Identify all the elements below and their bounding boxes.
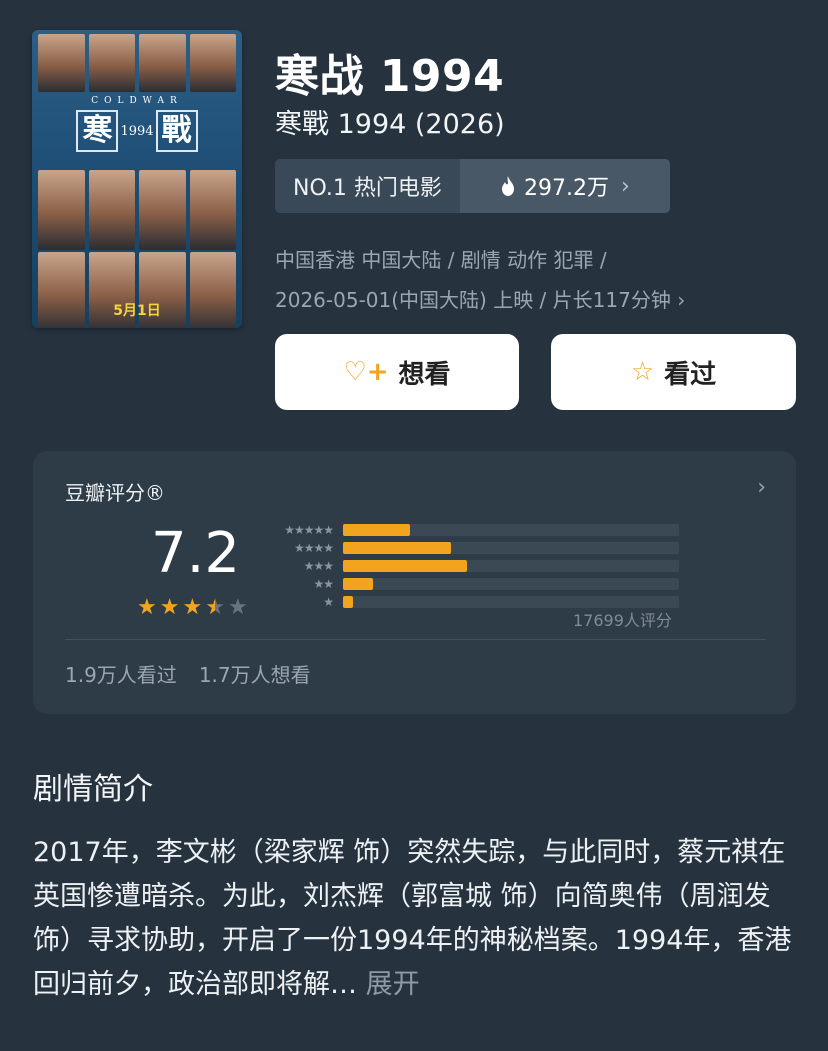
wish-count: 1.7万人想看 [198,663,311,687]
movie-meta-line-2[interactable]: 2026-05-01(中国大陆) 上映 / 片长117分钟 › [275,284,685,313]
poster-coldwar: COLDWAR [91,96,183,106]
synopsis-text: 2017年，李文彬（梁家辉 饰）突然失踪，与此同时，蔡元祺在英国惨遭暗杀。为此，… [33,831,793,1007]
distribution-track [343,524,679,536]
poster-face [38,170,85,250]
rank-label: NO.1 热门电影 [275,159,460,213]
distribution-bar [343,578,374,590]
poster-cast-row [38,34,236,92]
rating-stars: ★ ★ ★ ★ ★ [137,595,248,620]
poster-face [189,34,236,92]
distribution-track [343,542,679,554]
distribution-track [343,560,679,572]
distribution-stars-icon: ★ [323,595,334,609]
watch-stats: 1.9万人看过 1.7万人想看 [65,659,311,688]
rating-score: 7.2 [151,521,241,586]
heat-value: 297.2万 [524,176,610,201]
seen-label: 看过 [664,359,717,390]
distribution-stars-icon: ★★★★ [293,541,334,555]
heart-plus-icon: ♡+ [343,357,389,387]
chevron-right-icon[interactable]: › [757,475,766,500]
poster-face [88,170,135,250]
movie-meta-line-1: 中国香港 中国大陆 / 剧情 动作 犯罪 / [275,248,607,272]
distribution-row: ★★★★★ [271,521,691,539]
want-to-watch-button[interactable]: ♡+ 想看 [275,334,519,410]
poster-face [139,170,186,250]
poster-face [88,34,135,92]
distribution-track [343,578,679,590]
distribution-bar [343,596,354,608]
poster-face [189,170,236,250]
poster-number: 1994 [120,123,154,139]
distribution-bar [343,542,451,554]
heat-section[interactable]: 297.2万 › [459,159,670,213]
divider [65,639,766,640]
movie-meta-text: 2026-05-01(中国大陆) 上映 / 片长117分钟 [275,288,671,312]
movie-subtitle: 寒戰 1994 (2026) [275,109,505,140]
ranking-pill[interactable]: NO.1 热门电影 297.2万 › [275,159,670,213]
flame-icon [502,176,515,196]
expand-link[interactable]: 展开 [366,969,420,1000]
watched-count: 1.9万人看过 [65,663,177,687]
poster-char-2: 戰 [155,110,198,152]
poster-face [139,34,186,92]
distribution-row: ★★★ [271,557,691,575]
poster-face [38,34,85,92]
star-full-icon: ★ [159,595,180,620]
distribution-bar [343,524,411,536]
distribution-row: ★★ [271,575,691,593]
want-label: 想看 [398,359,451,390]
poster-release-date: 5月1日 [113,303,161,319]
rating-label: 豆瓣评分® [65,481,165,505]
star-full-icon: ★ [182,595,203,620]
chevron-right-icon: › [621,173,630,199]
distribution-stars-icon: ★★★ [303,559,334,573]
watched-button[interactable]: ☆ 看过 [551,334,796,410]
movie-title: 寒战 1994 [275,51,505,102]
star-half-icon: ★ [205,595,225,620]
distribution-bar [343,560,468,572]
movie-poster[interactable]: COLDWAR 寒 1994 戰 5月1日 [32,30,242,328]
distribution-stars-icon: ★★ [313,577,334,591]
poster-title: COLDWAR 寒 1994 戰 [32,94,242,168]
chevron-right-icon: › [677,288,686,312]
poster-cast-row [38,170,236,250]
rating-distribution: ★★★★★ ★★★★ ★★★ ★★ ★ [271,521,691,611]
star-outline-icon: ☆ [630,357,655,387]
rating-count: 17699人评分 [573,611,672,630]
synopsis-heading: 剧情简介 [33,772,153,807]
star-empty-icon: ★ [227,595,248,620]
star-full-icon: ★ [137,595,157,620]
distribution-row: ★★★★ [271,539,691,557]
poster-char-1: 寒 [76,110,119,152]
distribution-stars-icon: ★★★★★ [284,523,334,537]
rating-card[interactable]: 豆瓣评分® › 7.2 ★ ★ ★ ★ ★ ★★★★★ ★★★★ ★★★ ★★ ★ 17699人… [33,451,796,714]
